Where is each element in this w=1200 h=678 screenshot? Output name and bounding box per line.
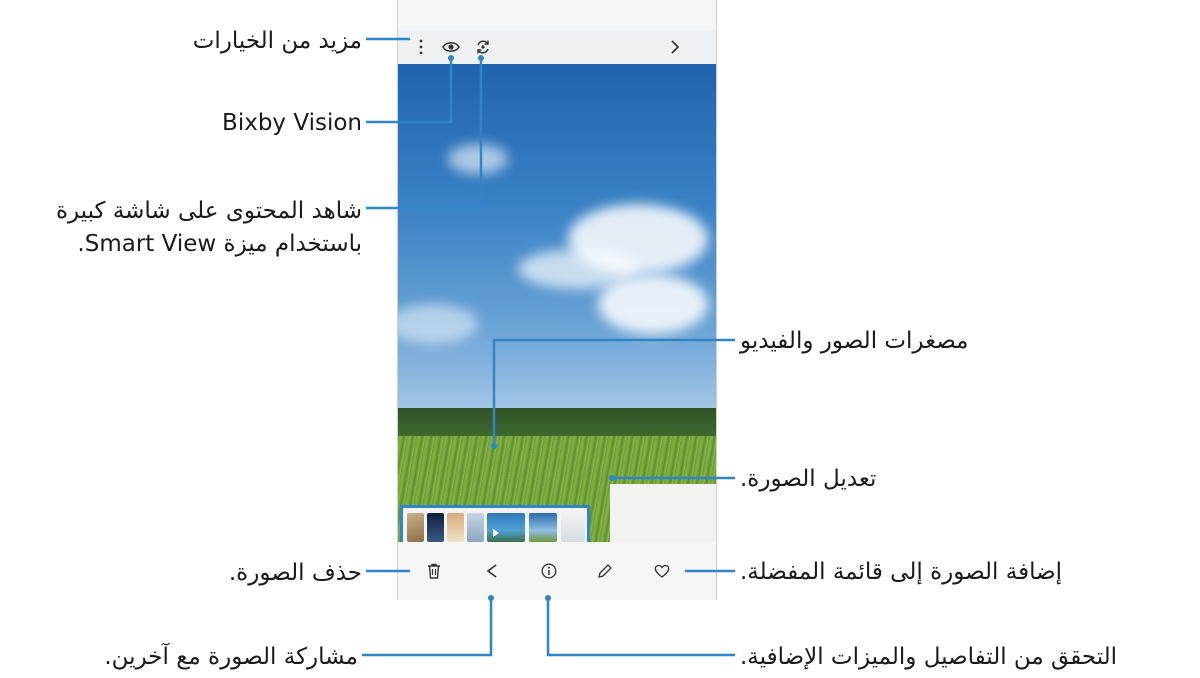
- bixby-vision-label: Bixby Vision: [222, 110, 362, 136]
- share-label: مشاركة الصورة مع آخرين.: [104, 644, 358, 670]
- edit-label: تعديل الصورة.: [740, 466, 877, 492]
- smart-view-label-line2: باستخدام ميزة Smart View.: [77, 231, 362, 257]
- details-label: التحقق من التفاصيل والميزات الإضافية.: [740, 644, 1118, 670]
- smart-view-label-line1: شاهد المحتوى على شاشة كبيرة: [55, 198, 362, 224]
- delete-label: حذف الصورة.: [228, 560, 362, 586]
- favorite-label: إضافة الصورة إلى قائمة المفضلة.: [740, 559, 1063, 585]
- thumbnails-label: مصغرات الصور والفيديو: [740, 328, 969, 354]
- more-options-label: مزيد من الخيارات: [192, 28, 362, 54]
